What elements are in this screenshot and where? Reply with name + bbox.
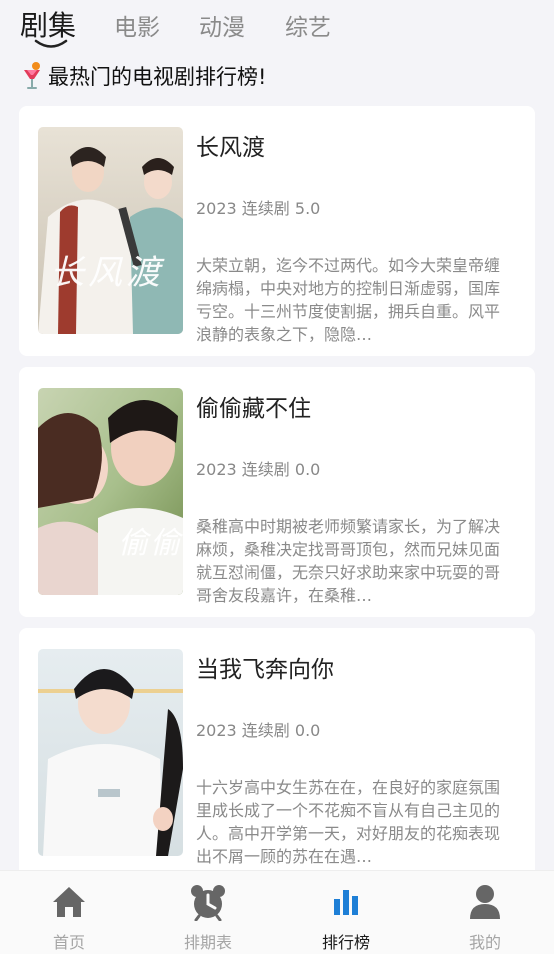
poster-title-text: 长风渡 (50, 253, 164, 293)
user-icon (437, 883, 533, 921)
drama-description: 十六岁高中女生苏在在，在良好的家庭氛围里成长成了一个不花痴不盲从有自己主见的人。… (196, 778, 501, 866)
nav-ranking-label: 排行榜 (321, 933, 370, 952)
poster-title-text: 偷偷 (118, 526, 182, 561)
home-icon (21, 883, 117, 921)
ranking-title: 最热门的电视剧排行榜! (48, 65, 267, 89)
drama-meta: 2023 连续剧 0.0 (196, 460, 321, 479)
active-tab-indicator (34, 38, 68, 48)
nav-schedule[interactable]: 排期表 (160, 883, 256, 953)
nav-schedule-label: 排期表 (183, 933, 232, 952)
category-tabs: 剧集 电影 动漫 综艺 (0, 0, 554, 56)
nav-home[interactable]: 首页 (21, 883, 117, 953)
bar-chart-icon (298, 883, 394, 921)
nav-profile-label: 我的 (468, 933, 501, 952)
nav-profile[interactable]: 我的 (437, 883, 533, 953)
nav-ranking[interactable]: 排行榜 (298, 883, 394, 953)
tab-variety[interactable]: 综艺 (285, 8, 331, 42)
poster-image[interactable]: 长风渡 (38, 127, 183, 334)
app-root: 剧集 电影 动漫 综艺 最热门的电视剧排行榜! 长风渡 长风渡 2023 连续剧… (0, 0, 554, 954)
drama-description: 大荣立朝，迄今不过两代。如今大荣皇帝缠绵病榻，中央对地方的控制日渐虚弱，国库亏空… (196, 256, 501, 344)
page-heading: 最热门的电视剧排行榜! (22, 58, 266, 94)
drama-title[interactable]: 当我飞奔向你 (196, 650, 334, 684)
alarm-clock-icon (160, 883, 256, 921)
drama-description: 桑稚高中时期被老师频繁请家长，为了解决麻烦，桑稚决定找哥哥顶包，然而兄妹见面就互… (196, 517, 501, 605)
drama-card[interactable]: 长风渡 长风渡 2023 连续剧 5.0 大荣立朝，迄今不过两代。如今大荣皇帝缠… (19, 106, 535, 356)
poster-image[interactable] (38, 649, 183, 856)
bottom-nav: 首页 排期表 排行榜 我的 (0, 870, 554, 954)
cocktail-emoji-icon (22, 61, 42, 91)
tab-anime[interactable]: 动漫 (199, 8, 245, 42)
drama-card[interactable]: 偷偷 偷偷藏不住 2023 连续剧 0.0 桑稚高中时期被老师频繁请家长，为了解… (19, 367, 535, 617)
poster-image[interactable]: 偷偷 (38, 388, 183, 595)
tab-movies[interactable]: 电影 (114, 8, 160, 42)
drama-meta: 2023 连续剧 0.0 (196, 721, 321, 740)
drama-meta: 2023 连续剧 5.0 (196, 199, 321, 218)
drama-title[interactable]: 偷偷藏不住 (196, 389, 311, 423)
drama-card[interactable]: 当我飞奔向你 2023 连续剧 0.0 十六岁高中女生苏在在，在良好的家庭氛围里… (19, 628, 535, 878)
drama-title[interactable]: 长风渡 (196, 128, 265, 162)
nav-home-label: 首页 (52, 933, 85, 952)
